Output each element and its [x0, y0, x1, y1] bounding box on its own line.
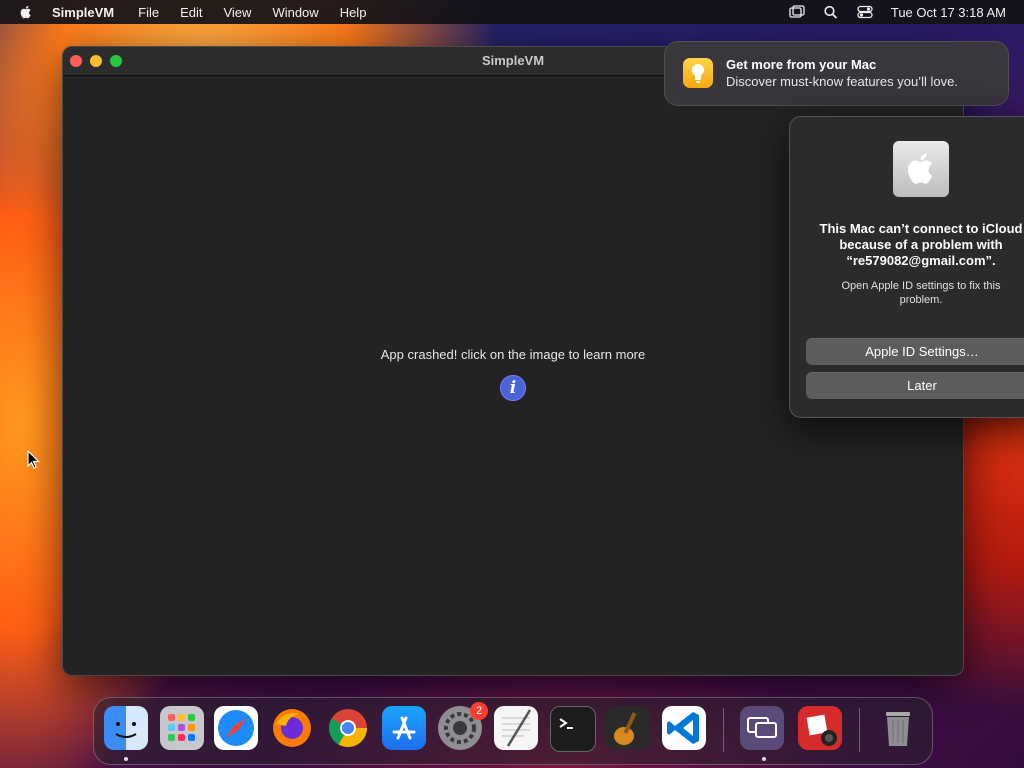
finder-icon[interactable]	[104, 706, 148, 750]
garageband-icon[interactable]	[606, 706, 650, 750]
lightbulb-icon	[683, 58, 713, 88]
menu-bar: SimpleVM File Edit View Window Help Tue …	[0, 0, 1024, 24]
notification-body: Discover must-know features you’ll love.	[726, 74, 958, 89]
apple-menu-icon[interactable]	[18, 4, 34, 20]
menu-help[interactable]: Help	[340, 5, 367, 20]
info-icon[interactable]: i	[500, 375, 526, 401]
trash-icon[interactable]	[876, 706, 920, 750]
dock-separator	[723, 708, 724, 752]
launchpad-icon[interactable]	[160, 706, 204, 750]
vscode-icon[interactable]	[662, 706, 706, 750]
control-center-icon[interactable]	[857, 5, 873, 19]
apple-id-settings-button[interactable]: Apple ID Settings…	[806, 338, 1024, 365]
safari-icon[interactable]	[214, 706, 258, 750]
dock: 2	[93, 697, 933, 765]
screen-mirroring-icon[interactable]	[789, 5, 805, 19]
later-button[interactable]: Later	[806, 372, 1024, 399]
menu-clock[interactable]: Tue Oct 17 3:18 AM	[891, 5, 1006, 20]
terminal-icon[interactable]	[550, 706, 596, 752]
chrome-icon[interactable]	[326, 706, 370, 750]
running-indicator	[762, 757, 766, 761]
textedit-icon[interactable]	[494, 706, 538, 750]
spotlight-search-icon[interactable]	[823, 5, 839, 19]
menu-file[interactable]: File	[138, 5, 159, 20]
mouse-pointer-icon	[27, 450, 40, 469]
apple-logo-icon	[893, 141, 949, 197]
firefox-icon[interactable]	[270, 706, 314, 750]
menu-window[interactable]: Window	[272, 5, 318, 20]
menu-edit[interactable]: Edit	[180, 5, 202, 20]
running-indicator	[124, 757, 128, 761]
photo-booth-icon[interactable]	[798, 706, 842, 750]
app-store-icon[interactable]	[382, 706, 426, 750]
icloud-alert-dialog: This Mac can’t connect to iCloud because…	[789, 116, 1024, 418]
notification-banner[interactable]: Get more from your Mac Discover must-kno…	[664, 41, 1009, 106]
notification-badge: 2	[470, 702, 488, 720]
simplevm-icon[interactable]	[740, 706, 784, 750]
dialog-message: Open Apple ID settings to fix this probl…	[841, 280, 1001, 306]
dock-separator	[859, 708, 860, 752]
notification-title: Get more from your Mac	[726, 57, 877, 72]
menu-view[interactable]: View	[223, 5, 251, 20]
dialog-title: This Mac can’t connect to iCloud because…	[819, 221, 1023, 268]
menu-app-name[interactable]: SimpleVM	[52, 5, 114, 20]
